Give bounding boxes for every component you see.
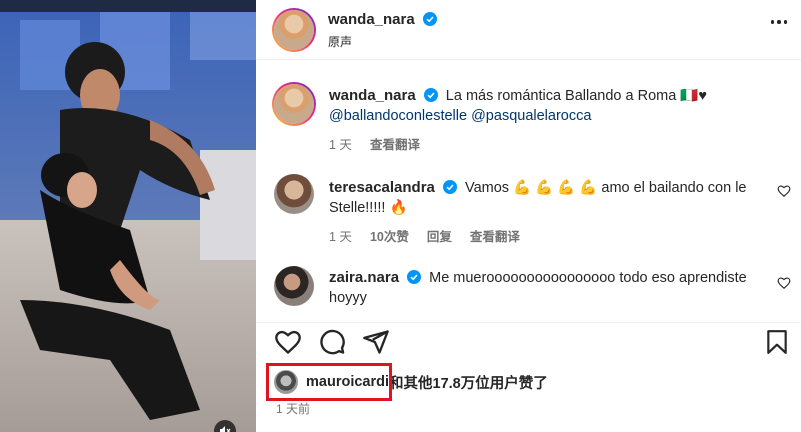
- post-header: wanda_nara 原声: [256, 0, 801, 60]
- verified-badge-icon: [442, 180, 457, 194]
- likes-count-text[interactable]: 和其他17.8万位用户赞了: [389, 372, 548, 393]
- comment-avatar[interactable]: [274, 174, 314, 214]
- comment-username[interactable]: zaira.nara: [329, 269, 399, 286]
- speaker-muted-icon: [220, 426, 231, 432]
- highlight-box: [266, 363, 392, 401]
- comment-username[interactable]: teresacalandra: [329, 179, 435, 196]
- heart-icon[interactable]: [274, 328, 302, 356]
- comment-avatar[interactable]: [274, 266, 314, 306]
- comment-text-line1: Vamos 💪 💪 💪 💪 amo el bailando con le: [464, 180, 747, 196]
- comment-time[interactable]: 1 天: [329, 226, 352, 245]
- comment: zaira.nara Me mueroooooooooooooooo todo …: [256, 264, 801, 322]
- action-bar: [256, 322, 801, 362]
- caption-mentions[interactable]: @ballandoconlestelle @pasqualelarocca: [329, 106, 769, 126]
- comment-text-line2: Stelle!!!!! 🔥: [329, 200, 408, 216]
- verified-badge-icon: [407, 270, 422, 284]
- comment-likes-count[interactable]: 10次赞: [370, 226, 409, 245]
- caption-text: La más romántica Ballando a Roma 🇮🇹♥: [445, 88, 707, 104]
- bookmark-icon[interactable]: [764, 328, 790, 356]
- send-icon[interactable]: [362, 328, 390, 356]
- caption-translate-link[interactable]: 查看翻译: [370, 134, 420, 153]
- caption-avatar[interactable]: [272, 82, 316, 126]
- comment-translate-link[interactable]: 查看翻译: [470, 226, 520, 245]
- comment-reply-link[interactable]: 回复: [427, 226, 452, 245]
- post-time[interactable]: 1 天前: [276, 400, 310, 417]
- comment: teresacalandra Vamos 💪 💪 💪 💪 amo el bail…: [256, 172, 801, 252]
- comment-text-line2: hoyyy: [329, 290, 367, 306]
- caption-username[interactable]: wanda_nara: [329, 87, 416, 104]
- comment-like-heart-icon[interactable]: [777, 276, 791, 290]
- caption-time[interactable]: 1 天: [329, 134, 352, 153]
- audio-label[interactable]: 原声: [328, 33, 352, 50]
- post-side-panel: wanda_nara 原声 wanda_nara La más romántic…: [256, 0, 801, 432]
- video-frame: [0, 0, 256, 432]
- caption: wanda_nara La más romántica Ballando a R…: [256, 78, 801, 158]
- header-username[interactable]: wanda_nara: [328, 11, 415, 28]
- comment-like-heart-icon[interactable]: [777, 184, 791, 198]
- comment-icon[interactable]: [318, 328, 346, 356]
- verified-badge-icon: [422, 12, 437, 26]
- verified-badge-icon: [423, 88, 438, 102]
- more-options-button[interactable]: [770, 20, 787, 24]
- comment-text-line1: Me mueroooooooooooooooo todo eso aprendi…: [429, 270, 747, 286]
- instagram-post-view: wanda_nara 原声 wanda_nara La más romántic…: [0, 0, 801, 432]
- post-video[interactable]: [0, 0, 256, 432]
- avatar[interactable]: [272, 8, 316, 52]
